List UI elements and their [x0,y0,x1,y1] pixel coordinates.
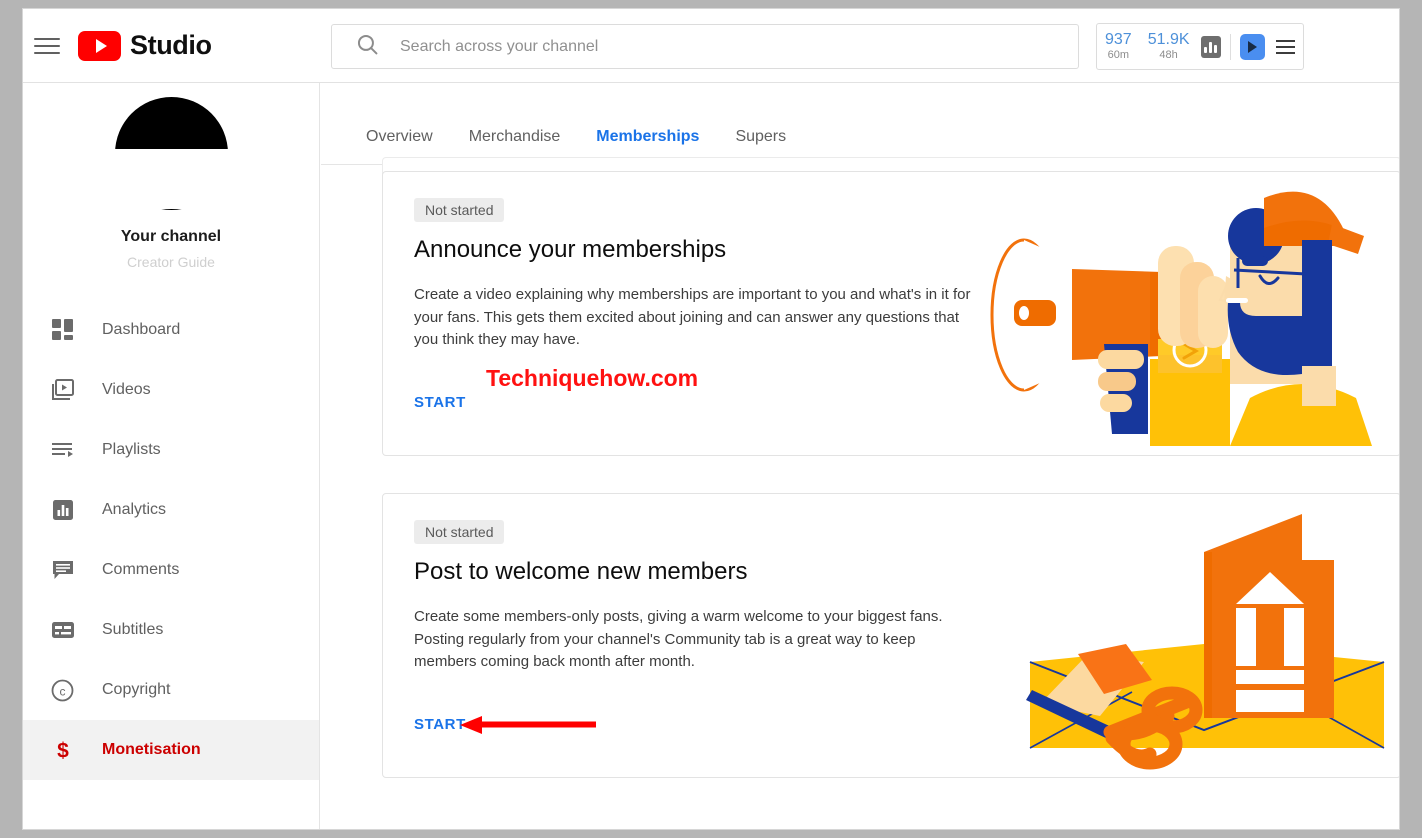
card-title: Post to welcome new members [414,558,748,585]
svg-text:c: c [60,684,66,698]
task-card-welcome-post: Not started Post to welcome new members … [382,493,1399,778]
sidebar-item-monetisation[interactable]: $ Monetisation [23,720,319,780]
sidebar-item-label: Monetisation [102,741,201,758]
search-icon [355,32,380,62]
cards-area: Not started Announce your memberships Cr… [321,157,1399,829]
sidebar-item-label: Subtitles [102,621,164,638]
youtube-logo-icon [78,30,121,61]
sidebar-item-label: Analytics [102,501,167,518]
sidebar: Your channel Creator Guide Dashboard Vid… [23,83,320,829]
hamburger-icon[interactable] [34,36,60,56]
bar-chart-icon[interactable] [1200,35,1222,58]
sidebar-item-subtitles[interactable]: Subtitles [23,600,319,660]
card-title: Announce your memberships [414,236,727,263]
stat-48h[interactable]: 51.9K 48h [1140,30,1198,61]
sidebar-item-playlists[interactable]: Playlists [23,420,319,480]
stat-label: 60m [1107,48,1130,61]
video-app-icon[interactable] [1240,33,1266,60]
watermark-text: Techniquehow.com [486,365,699,391]
subtitles-icon [50,618,75,643]
stat-value: 51.9K [1147,30,1190,48]
sidebar-item-label: Playlists [102,441,161,458]
sidebar-item-videos[interactable]: Videos [23,360,319,420]
top-bar: Studio 937 60m 51.9K 48h [23,9,1399,83]
card-body: Not started Post to welcome new members … [414,520,994,674]
channel-stats-panel: 937 60m 51.9K 48h [1096,23,1304,70]
sidebar-item-label: Dashboard [102,321,181,338]
card-description: Create some members-only posts, giving a… [414,608,943,670]
copyright-icon: c [50,678,75,703]
monetisation-tabs: Overview Merchandise Memberships Supers [321,83,1399,166]
sidebar-item-label: Copyright [102,681,171,698]
search-input[interactable] [400,37,1040,56]
stat-value: 937 [1105,30,1132,48]
greeting-card-scissors-illustration [992,504,1392,777]
channel-block: Your channel Creator Guide [23,83,319,270]
dollar-icon: $ [50,738,75,763]
start-button[interactable]: START [414,394,466,411]
brand-label: Studio [130,30,212,60]
channel-name: Your channel [120,228,222,245]
sidebar-item-dashboard[interactable]: Dashboard [23,300,319,360]
sidebar-item-label: Videos [102,381,151,398]
sidebar-item-analytics[interactable]: Analytics [23,480,319,540]
megaphone-person-illustration [972,184,1392,451]
comments-icon [50,558,75,583]
sidebar-nav: Dashboard Videos Playlists Analytics Com… [23,300,319,780]
analytics-icon [50,498,75,523]
stat-60m[interactable]: 937 60m [1097,30,1140,61]
divider [1230,33,1232,60]
videos-icon [50,378,75,403]
hamburger-icon[interactable] [1276,39,1295,54]
svg-text:$: $ [57,740,69,763]
task-card-announce-memberships: Not started Announce your memberships Cr… [382,171,1399,456]
main-content: Overview Merchandise Memberships Supers … [321,83,1399,829]
sidebar-item-comments[interactable]: Comments [23,540,319,600]
search-bar[interactable] [331,24,1079,69]
card-description: Create a video explaining why membership… [414,286,971,348]
studio-window: Studio 937 60m 51.9K 48h [22,8,1400,830]
card-body: Not started Announce your memberships Cr… [414,198,994,352]
avatar-redaction [115,149,262,209]
dashboard-icon [50,318,75,343]
red-arrow-left-icon [458,713,598,742]
creator-guide-label[interactable]: Creator Guide [23,254,319,270]
status-badge: Not started [414,520,505,544]
sidebar-item-label: Comments [102,561,180,578]
sidebar-item-copyright[interactable]: c Copyright [23,660,319,720]
studio-logo[interactable]: Studio [78,30,212,61]
stat-label: 48h [1159,48,1178,61]
status-badge: Not started [414,198,505,222]
playlists-icon [50,438,75,463]
